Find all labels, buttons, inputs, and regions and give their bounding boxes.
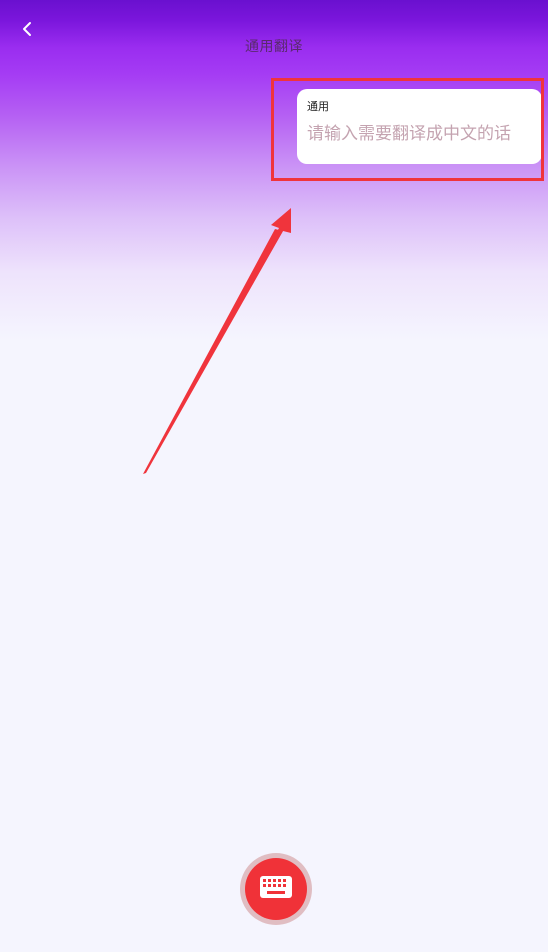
keyboard-button-inner <box>245 858 307 920</box>
highlight-box <box>271 78 544 181</box>
header-bar: 通用翻译 <box>0 0 548 80</box>
chevron-left-icon <box>21 21 33 37</box>
keyboard-button[interactable] <box>240 853 312 925</box>
keyboard-icon <box>260 876 292 902</box>
page-title: 通用翻译 <box>245 39 303 55</box>
